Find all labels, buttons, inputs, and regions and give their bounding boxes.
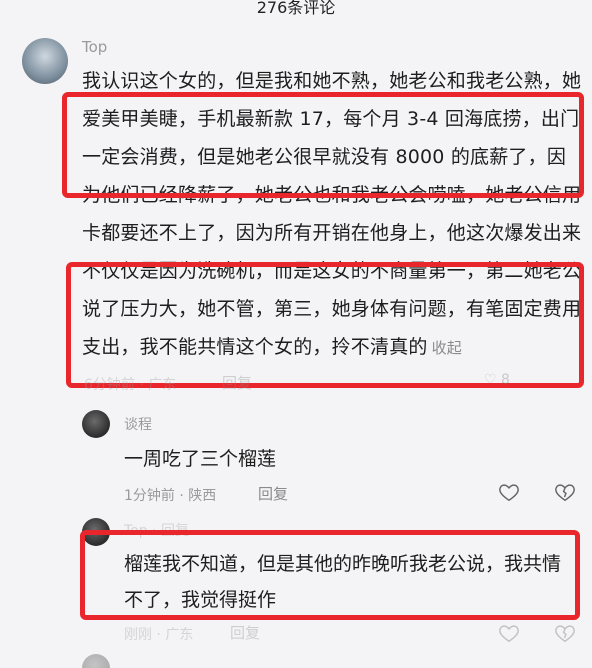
reply-avatar[interactable]: [82, 410, 110, 438]
reply-avatar[interactable]: [82, 654, 110, 668]
highlight-box-1: [62, 92, 584, 198]
user-avatar[interactable]: [22, 38, 68, 84]
username[interactable]: Top: [82, 38, 107, 56]
heart-icon[interactable]: [498, 622, 520, 644]
reply-text: 一周吃了三个榴莲: [124, 448, 277, 470]
reply-button[interactable]: 回复: [230, 622, 260, 643]
highlight-box-2: [66, 262, 584, 388]
like-count: 8: [501, 372, 510, 388]
comments-count-title: 276条评论: [256, 0, 336, 17]
comment-meta: 6分钟前 · 广东: [84, 377, 177, 393]
reply-text: 榴莲我不知道，但是其他的昨晚听我老公说，我共情不了，我觉得挺作: [124, 553, 562, 611]
reply-button[interactable]: 回复: [222, 372, 252, 393]
reply-username[interactable]: 谈程: [124, 414, 152, 434]
reply-meta: 刚刚 · 广东: [124, 627, 194, 643]
dislike-icon[interactable]: [554, 481, 576, 503]
dislike-icon[interactable]: [554, 622, 576, 644]
heart-icon[interactable]: [498, 481, 520, 503]
like-icon[interactable]: ♡ 8: [484, 372, 510, 388]
reply-meta: 1分钟前 · 陕西: [124, 488, 217, 504]
reply-button[interactable]: 回复: [258, 483, 288, 504]
